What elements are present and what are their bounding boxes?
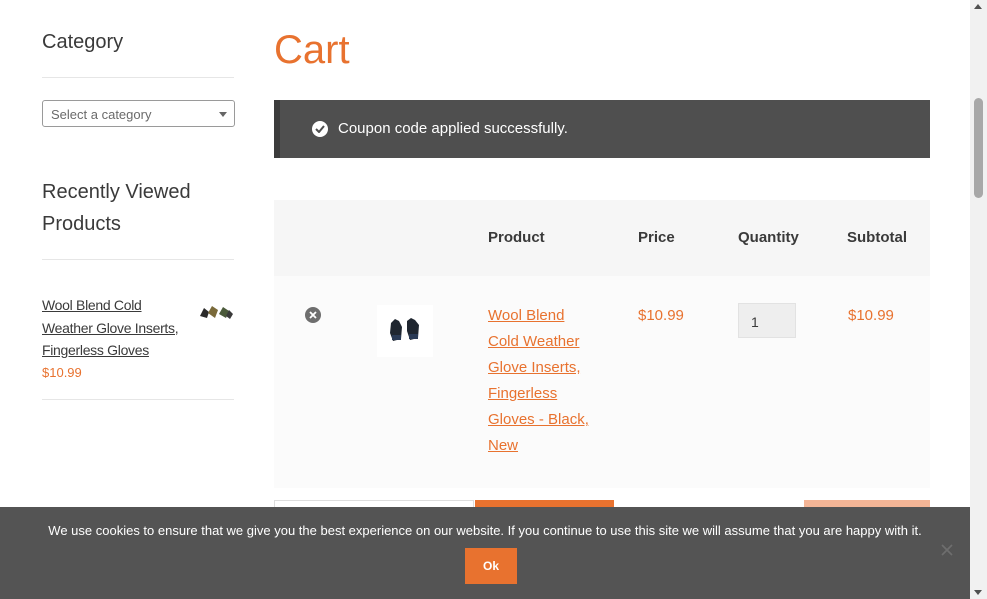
page-scrollbar[interactable] bbox=[970, 0, 987, 599]
recently-viewed-product-price: $10.99 bbox=[42, 364, 82, 380]
quantity-input[interactable]: 1 bbox=[738, 303, 796, 338]
category-widget-title: Category bbox=[42, 31, 124, 53]
product-thumbnail-image[interactable] bbox=[198, 304, 234, 320]
scroll-up-arrow-icon[interactable] bbox=[974, 4, 982, 9]
header-price: Price bbox=[638, 229, 675, 246]
cookie-notice-message: We use cookies to ensure that we give yo… bbox=[48, 523, 922, 538]
header-quantity: Quantity bbox=[738, 229, 799, 246]
product-thumbnail-image[interactable] bbox=[377, 305, 433, 357]
cookie-ok-button[interactable]: Ok bbox=[465, 548, 517, 584]
product-subtotal: $10.99 bbox=[848, 307, 894, 324]
product-price: $10.99 bbox=[638, 307, 684, 324]
recently-viewed-item: Wool Blend Cold Weather Glove Inserts, F… bbox=[42, 294, 234, 380]
page-title: Cart bbox=[274, 28, 350, 72]
cookie-notice-bar: We use cookies to ensure that we give yo… bbox=[0, 507, 970, 599]
recently-viewed-title: Recently Viewed Products bbox=[42, 181, 191, 235]
notice-message: Coupon code applied successfully. bbox=[338, 120, 568, 137]
divider bbox=[42, 399, 234, 400]
header-product: Product bbox=[488, 229, 545, 246]
divider bbox=[42, 259, 234, 260]
header-subtotal: Subtotal bbox=[847, 229, 907, 246]
close-icon[interactable] bbox=[940, 543, 954, 557]
category-select-value: Select a category bbox=[51, 107, 152, 122]
scrollbar-thumb[interactable] bbox=[974, 98, 983, 198]
scroll-down-arrow-icon[interactable] bbox=[974, 590, 982, 595]
check-circle-icon bbox=[312, 121, 328, 137]
remove-item-icon[interactable] bbox=[305, 307, 321, 323]
cart-table-header: Product Price Quantity Subtotal bbox=[274, 200, 930, 276]
chevron-down-icon bbox=[219, 112, 227, 117]
product-name-link[interactable]: Wool Blend Cold Weather Glove Inserts, F… bbox=[488, 303, 598, 459]
category-select[interactable]: Select a category bbox=[42, 100, 235, 127]
table-row: Wool Blend Cold Weather Glove Inserts, F… bbox=[274, 276, 930, 488]
recently-viewed-product-link[interactable]: Wool Blend Cold Weather Glove Inserts, F… bbox=[42, 294, 194, 362]
divider bbox=[42, 77, 234, 78]
success-notice: Coupon code applied successfully. bbox=[274, 100, 930, 158]
